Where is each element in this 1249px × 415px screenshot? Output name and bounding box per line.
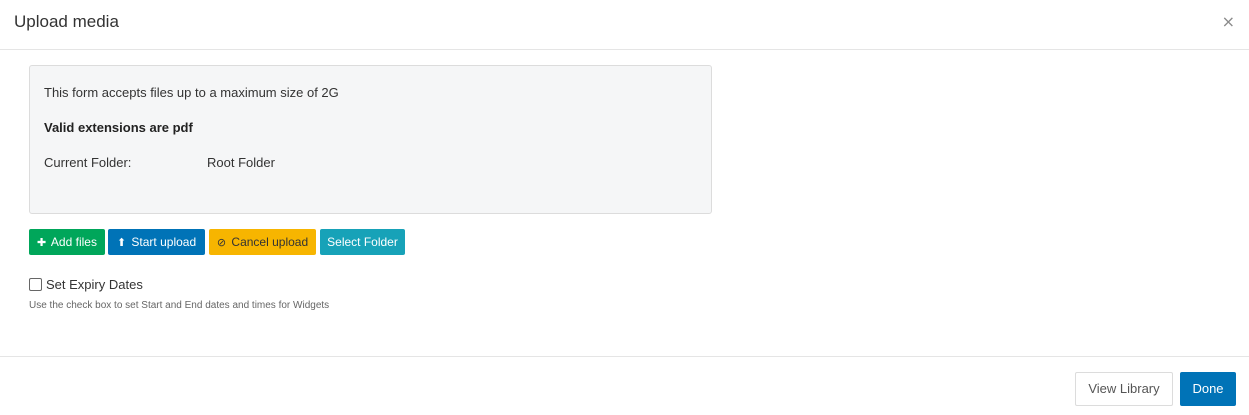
set-expiry-label[interactable]: Set Expiry Dates — [46, 277, 143, 292]
upload-icon: ⬆ — [116, 236, 127, 249]
upload-info-panel: This form accepts files up to a maximum … — [29, 65, 712, 214]
valid-extensions-text: Valid extensions are pdf — [44, 120, 193, 135]
modal-footer: View Library Done — [0, 356, 1249, 415]
upload-media-modal: Upload media × This form accepts files u… — [0, 0, 1249, 415]
expiry-help-text: Use the check box to set Start and End d… — [29, 300, 330, 311]
modal-title: Upload media — [14, 12, 119, 31]
start-upload-label: Start upload — [131, 235, 197, 249]
close-button[interactable]: × — [1222, 13, 1235, 31]
modal-header: Upload media × — [0, 0, 1249, 50]
start-upload-button[interactable]: ⬆ Start upload — [108, 229, 205, 255]
plus-icon: ✚ — [37, 236, 47, 249]
view-library-button[interactable]: View Library — [1075, 372, 1173, 406]
current-folder-label: Current Folder: — [44, 155, 132, 170]
select-folder-button[interactable]: Select Folder — [320, 229, 405, 255]
close-icon: × — [1221, 12, 1235, 31]
add-files-button[interactable]: ✚ Add files — [29, 229, 105, 255]
max-size-text: This form accepts files up to a maximum … — [44, 85, 339, 100]
current-folder-value: Root Folder — [207, 155, 275, 170]
add-files-label: Add files — [50, 235, 97, 249]
select-folder-label: Select Folder — [327, 235, 398, 249]
set-expiry-checkbox[interactable] — [29, 278, 42, 291]
cancel-upload-label: Cancel upload — [231, 235, 309, 249]
cancel-upload-button[interactable]: ⊘ Cancel upload — [209, 229, 316, 255]
ban-icon: ⊘ — [216, 236, 227, 249]
done-button[interactable]: Done — [1180, 372, 1236, 406]
